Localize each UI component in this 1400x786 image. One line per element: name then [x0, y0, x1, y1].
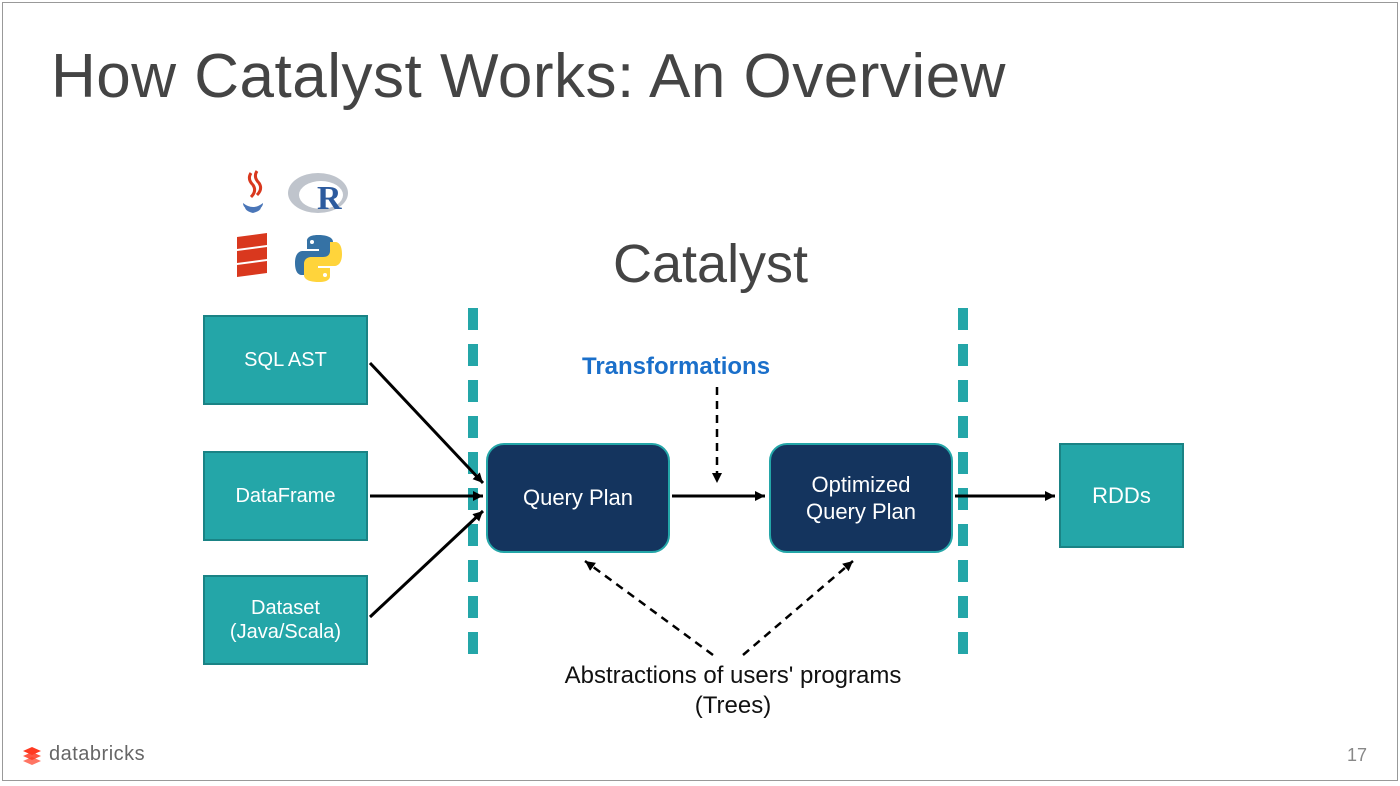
language-icons-group: R — [223, 163, 373, 303]
catalyst-title: Catalyst — [613, 233, 808, 295]
arrow-sqlast-to-queryplan — [370, 363, 483, 483]
box-rdds-label: RDDs — [1092, 483, 1151, 509]
box-query-plan-label: Query Plan — [523, 484, 633, 512]
box-sql-ast: SQL AST — [203, 315, 368, 405]
footer-brand: databricks — [21, 743, 145, 766]
slide-title: How Catalyst Works: An Overview — [51, 41, 1006, 112]
brand-name: databricks — [49, 743, 145, 766]
arrow-abstraction-to-queryplan — [585, 561, 713, 655]
box-optimized-query-plan-label: Optimized Query Plan — [806, 471, 916, 526]
box-rdds: RDDs — [1059, 443, 1184, 548]
box-sql-ast-label: SQL AST — [244, 348, 327, 372]
box-dataset: Dataset (Java/Scala) — [203, 575, 368, 665]
java-icon — [223, 163, 283, 223]
abstractions-line2: (Trees) — [695, 692, 771, 719]
svg-text:R: R — [317, 180, 342, 217]
databricks-logo-icon — [21, 744, 43, 766]
abstractions-label: Abstractions of users' programs (Trees) — [543, 661, 923, 721]
arrow-dataset-to-queryplan — [370, 511, 483, 617]
transformations-label: Transformations — [582, 353, 770, 381]
box-optimized-query-plan: Optimized Query Plan — [769, 443, 953, 553]
box-dataframe: DataFrame — [203, 451, 368, 541]
box-dataframe-label: DataFrame — [235, 484, 335, 508]
slide-frame: How Catalyst Works: An Overview R — [2, 2, 1398, 781]
box-dataset-label: Dataset (Java/Scala) — [230, 596, 341, 644]
arrow-abstraction-to-optimized — [743, 561, 853, 655]
box-query-plan: Query Plan — [486, 443, 670, 553]
abstractions-line1: Abstractions of users' programs — [565, 662, 902, 689]
page-number: 17 — [1347, 745, 1367, 766]
r-icon: R — [285, 167, 355, 222]
python-icon — [291, 231, 346, 286]
scala-icon — [229, 231, 279, 286]
